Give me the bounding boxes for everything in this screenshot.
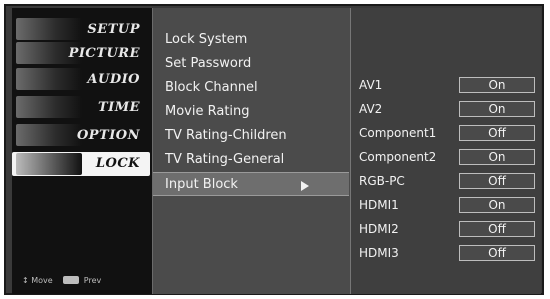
category-picture[interactable]: PICTURE [12,42,150,66]
input-value-component1[interactable]: Off [459,125,535,141]
move-hint-label: Move [31,276,53,285]
footer-hint: ↕ Move Prev [22,276,101,285]
category-audio[interactable]: AUDIO [12,68,150,92]
input-label-av1: AV1 [359,78,383,92]
menu-item-block-channel[interactable]: Block Channel [153,76,349,100]
input-label-component2: Component2 [359,150,437,164]
input-label-component1: Component1 [359,126,437,140]
input-row: HDMI3 Off [359,242,537,264]
input-label-hdmi1: HDMI1 [359,198,399,212]
input-row: HDMI2 Off [359,218,537,240]
input-value-av1[interactable]: On [459,77,535,93]
category-time[interactable]: TIME [12,96,150,120]
submenu-arrow-icon [301,181,309,191]
prev-hint-label: Prev [83,276,102,285]
move-hint-icon: ↕ [22,276,29,285]
input-label-hdmi3: HDMI3 [359,246,399,260]
category-panel: SETUP PICTURE AUDIO TIME OPTION LOCK ↕ M… [12,8,152,294]
input-label-av2: AV2 [359,102,383,116]
input-value-rgb-pc[interactable]: Off [459,173,535,189]
lock-icon [16,153,82,175]
input-row: AV2 On [359,98,537,120]
lock-menu-panel: Lock System Set Password Block Channel M… [152,8,351,294]
menu-item-movie-rating[interactable]: Movie Rating [153,100,349,124]
tv-osd-screen: SETUP PICTURE AUDIO TIME OPTION LOCK ↕ M… [4,4,544,295]
category-setup[interactable]: SETUP [12,18,150,42]
menu-item-input-block[interactable]: Input Block [153,172,349,196]
input-label-hdmi2: HDMI2 [359,222,399,236]
menu-item-tv-rating-children[interactable]: TV Rating-Children [153,124,349,148]
input-row: HDMI1 On [359,194,537,216]
input-block-submenu: AV1 On AV2 On Component1 Off Component2 … [350,8,541,294]
input-label-rgb-pc: RGB-PC [359,174,405,188]
input-value-av2[interactable]: On [459,101,535,117]
menu-item-tv-rating-general[interactable]: TV Rating-General [153,148,349,172]
input-row: AV1 On [359,74,537,96]
input-row: Component2 On [359,146,537,168]
category-option[interactable]: OPTION [12,124,150,148]
menu-key-icon [63,276,80,284]
input-value-component2[interactable]: On [459,149,535,165]
input-value-hdmi2[interactable]: Off [459,221,535,237]
input-row: Component1 Off [359,122,537,144]
menu-item-lock-system[interactable]: Lock System [153,28,349,52]
input-value-hdmi1[interactable]: On [459,197,535,213]
menu-item-set-password[interactable]: Set Password [153,52,349,76]
menu-item-input-block-label: Input Block [165,177,238,192]
input-row: RGB-PC Off [359,170,537,192]
input-value-hdmi3[interactable]: Off [459,245,535,261]
